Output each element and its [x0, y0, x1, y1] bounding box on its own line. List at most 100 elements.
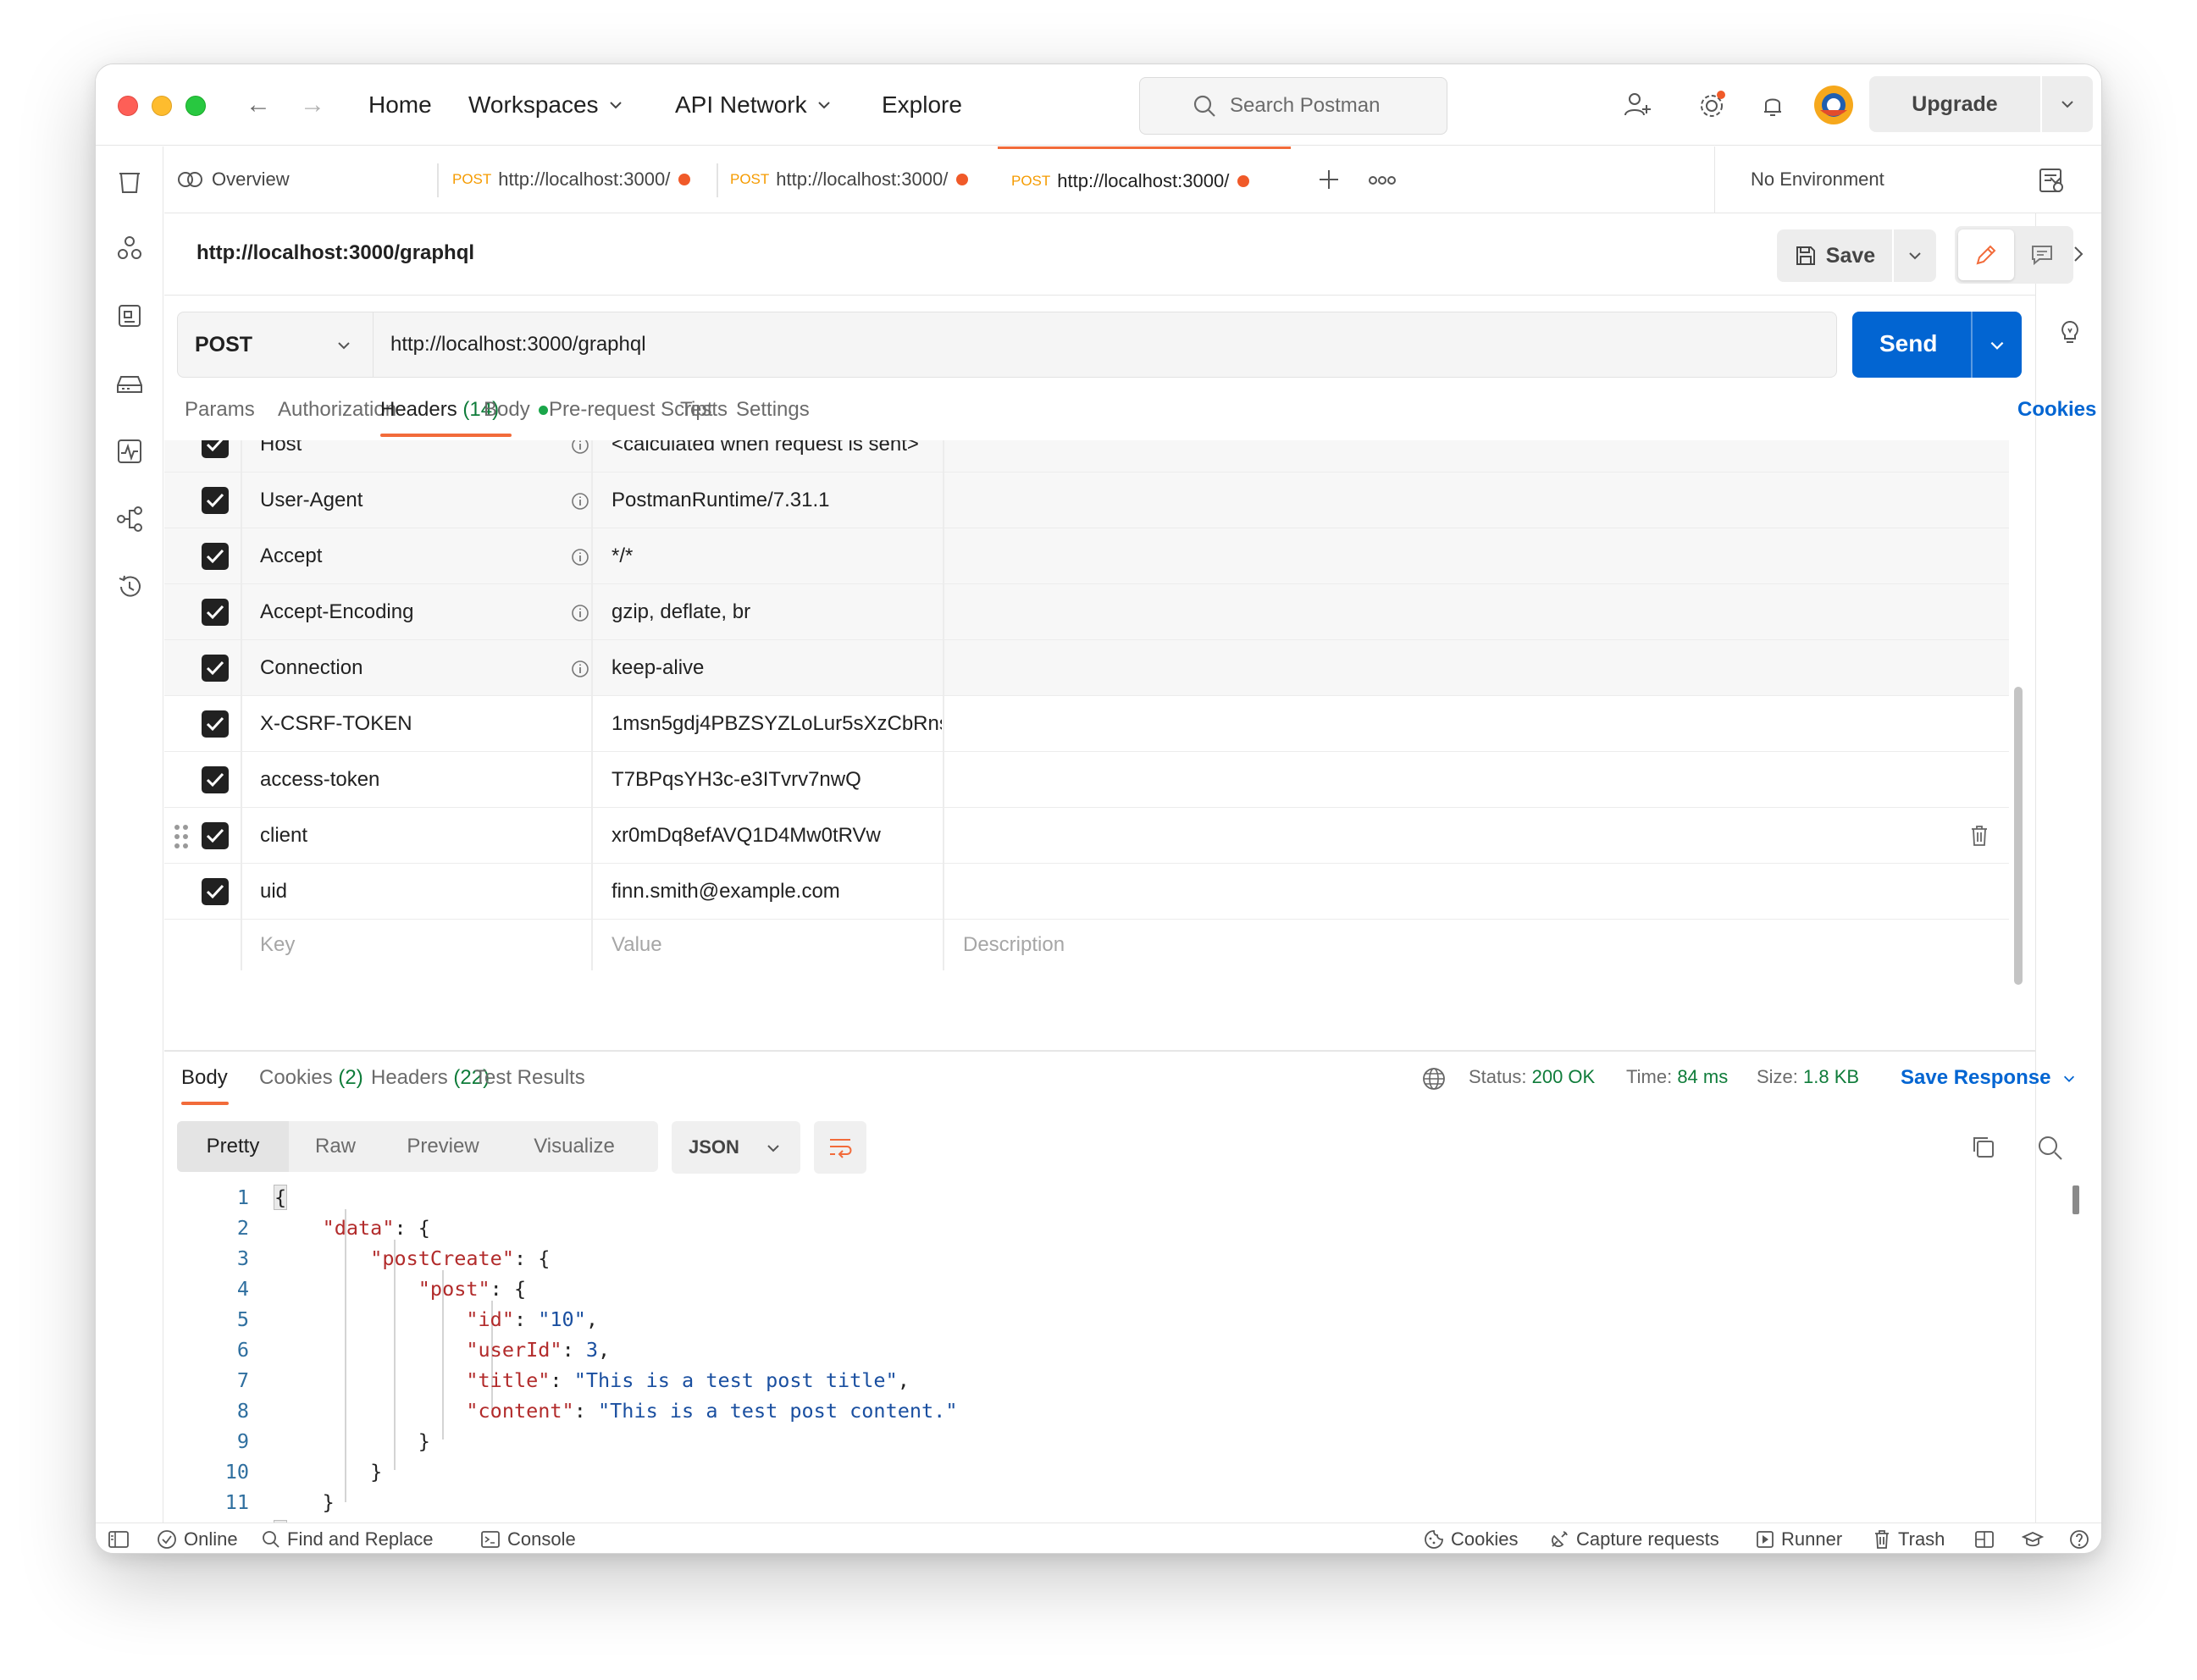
- header-key[interactable]: uid: [260, 864, 582, 920]
- two-pane-view-button[interactable]: [1974, 1523, 1995, 1553]
- back-arrow-icon[interactable]: ←: [243, 90, 274, 120]
- header-enabled-checkbox[interactable]: [202, 878, 229, 905]
- header-key[interactable]: Accept: [260, 528, 582, 584]
- header-value[interactable]: finn.smith@example.com: [612, 864, 942, 920]
- maximize-window-button[interactable]: [185, 96, 206, 116]
- avatar[interactable]: [1813, 85, 1854, 125]
- learning-center-button[interactable]: [2022, 1523, 2044, 1553]
- flows-icon[interactable]: [114, 504, 145, 534]
- nav-explore[interactable]: Explore: [882, 90, 962, 120]
- new-header-key-input[interactable]: Key: [260, 920, 582, 970]
- save-button[interactable]: Save: [1777, 229, 1892, 282]
- info-icon[interactable]: [571, 660, 589, 678]
- chevron-down-icon[interactable]: [1988, 336, 2006, 355]
- header-enabled-checkbox[interactable]: [202, 655, 229, 682]
- tab-overview[interactable]: Overview: [176, 146, 422, 213]
- header-value[interactable]: 1msn5gdj4PBZSYZLoLur5sXzCbRnsNEEcBCH8nt3…: [612, 696, 942, 752]
- view-raw-button[interactable]: Raw: [289, 1121, 382, 1172]
- drag-handle-icon[interactable]: [173, 823, 190, 850]
- header-key[interactable]: Host: [260, 440, 582, 472]
- history-icon[interactable]: [114, 572, 145, 602]
- new-header-description-input[interactable]: Description: [963, 920, 1386, 970]
- settings-gear-icon[interactable]: [1695, 88, 1729, 122]
- send-button[interactable]: Send: [1852, 312, 2022, 378]
- info-icon[interactable]: [571, 440, 589, 455]
- comments-icon[interactable]: [2029, 242, 2055, 268]
- forward-arrow-icon[interactable]: →: [297, 90, 328, 120]
- response-size[interactable]: Size: 1.8 KB: [1757, 1066, 1859, 1088]
- header-key[interactable]: access-token: [260, 752, 582, 808]
- header-key[interactable]: client: [260, 808, 582, 864]
- environments-icon[interactable]: [114, 301, 145, 331]
- copy-icon[interactable]: [1969, 1133, 1998, 1162]
- capture-requests-button[interactable]: Capture requests: [1549, 1523, 1719, 1553]
- collections-icon[interactable]: [114, 167, 145, 197]
- response-tab-body[interactable]: Body: [181, 1066, 228, 1090]
- runner-button[interactable]: Runner: [1756, 1523, 1842, 1553]
- toggle-sidebar-button[interactable]: [108, 1523, 130, 1553]
- headers-scrollbar[interactable]: [2014, 687, 2023, 985]
- request-tab[interactable]: POST http://localhost:3000/: [730, 146, 991, 213]
- console-button[interactable]: Console: [480, 1523, 576, 1553]
- mock-servers-icon[interactable]: [114, 368, 145, 399]
- new-header-value-input[interactable]: Value: [612, 920, 933, 970]
- delete-trash-icon[interactable]: [1968, 824, 1990, 848]
- header-enabled-checkbox[interactable]: [202, 487, 229, 514]
- url-input[interactable]: http://localhost:3000/graphql: [374, 312, 1837, 378]
- header-enabled-checkbox[interactable]: [202, 599, 229, 626]
- tab-params[interactable]: Params: [185, 398, 255, 422]
- header-value[interactable]: PostmanRuntime/7.31.1: [612, 472, 950, 528]
- online-status[interactable]: Online: [157, 1523, 238, 1553]
- header-key[interactable]: Accept-Encoding: [260, 584, 582, 640]
- header-key[interactable]: X-CSRF-TOKEN: [260, 696, 582, 752]
- header-enabled-checkbox[interactable]: [202, 710, 229, 738]
- header-enabled-checkbox[interactable]: [202, 822, 229, 849]
- request-tab[interactable]: POST http://localhost:3000/: [452, 146, 713, 213]
- header-value[interactable]: */*: [612, 528, 950, 584]
- tab-settings[interactable]: Settings: [736, 398, 810, 422]
- nav-workspaces[interactable]: Workspaces: [468, 90, 624, 120]
- notifications-bell-icon[interactable]: [1756, 88, 1790, 122]
- more-tabs-icon[interactable]: [1367, 170, 1397, 191]
- response-format-select[interactable]: JSON: [672, 1121, 800, 1174]
- info-icon[interactable]: [571, 492, 589, 511]
- close-window-button[interactable]: [118, 96, 138, 116]
- trash-button[interactable]: Trash: [1873, 1523, 1945, 1553]
- response-tab-cookies[interactable]: Cookies (2): [259, 1066, 363, 1090]
- minimize-window-button[interactable]: [152, 96, 172, 116]
- header-key[interactable]: Connection: [260, 640, 582, 696]
- header-value[interactable]: gzip, deflate, br: [612, 584, 950, 640]
- help-button[interactable]: [2069, 1523, 2089, 1553]
- tab-headers[interactable]: Headers (14): [380, 398, 499, 422]
- apis-icon[interactable]: [114, 233, 145, 263]
- response-status[interactable]: Status: 200 OK: [1469, 1066, 1595, 1088]
- request-name[interactable]: http://localhost:3000/graphql: [196, 241, 474, 265]
- find-and-replace-button[interactable]: Find and Replace: [262, 1523, 433, 1553]
- http-method-select[interactable]: POST: [177, 312, 374, 378]
- header-enabled-checkbox[interactable]: [202, 543, 229, 570]
- view-preview-button[interactable]: Preview: [382, 1121, 504, 1172]
- globe-icon[interactable]: [1421, 1066, 1447, 1091]
- header-value[interactable]: <calculated when request is sent>: [612, 440, 950, 472]
- cookies-button[interactable]: Cookies: [1424, 1523, 1518, 1553]
- response-time[interactable]: Time: 84 ms: [1626, 1066, 1728, 1088]
- nav-api-network[interactable]: API Network: [675, 90, 833, 120]
- view-pretty-button[interactable]: Pretty: [177, 1121, 289, 1172]
- upgrade-button[interactable]: Upgrade: [1869, 76, 2040, 132]
- lightbulb-icon[interactable]: [2055, 317, 2085, 347]
- request-tab-active[interactable]: POST http://localhost:3000/: [998, 146, 1291, 213]
- header-enabled-checkbox[interactable]: [202, 766, 229, 793]
- nav-home[interactable]: Home: [368, 90, 432, 120]
- info-icon[interactable]: [571, 548, 589, 566]
- save-response-button[interactable]: Save Response: [1901, 1066, 2077, 1090]
- save-dropdown-button[interactable]: [1894, 229, 1936, 282]
- monitors-icon[interactable]: [114, 436, 145, 467]
- code-scroll-thumb-top[interactable]: [2072, 1185, 2079, 1214]
- view-visualize-button[interactable]: Visualize: [504, 1121, 645, 1172]
- tab-authorization[interactable]: Authorization: [278, 398, 396, 422]
- header-value[interactable]: xr0mDq8efAVQ1D4Mw0tRVw: [612, 808, 942, 864]
- header-value[interactable]: T7BPqsYH3c-e3ITvrv7nwQ: [612, 752, 942, 808]
- cookies-link[interactable]: Cookies: [2017, 398, 2096, 422]
- header-value[interactable]: keep-alive: [612, 640, 950, 696]
- edit-mode-button[interactable]: [1958, 229, 2014, 280]
